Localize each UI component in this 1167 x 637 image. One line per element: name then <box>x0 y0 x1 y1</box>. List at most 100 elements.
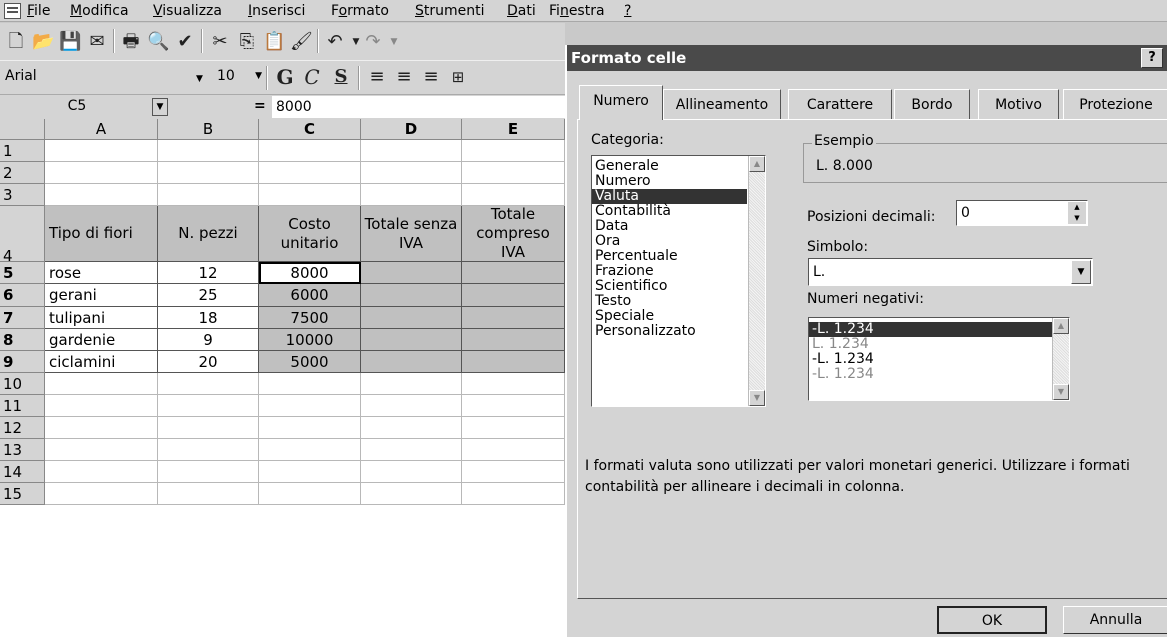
grid-cell[interactable]: gardenie <box>45 329 158 351</box>
formula-input[interactable]: 8000 <box>272 96 565 118</box>
negativi-item[interactable]: -L. 1.234 <box>809 322 1052 337</box>
redo-dropdown-icon[interactable]: ▼ <box>383 31 405 53</box>
row-header-9[interactable]: 9 <box>0 351 45 373</box>
grid-cell[interactable] <box>259 140 361 162</box>
grid-cell[interactable]: tulipani <box>45 307 158 329</box>
grid-cell[interactable] <box>259 461 361 483</box>
negativi-item[interactable]: L. 1.234 <box>809 337 1052 352</box>
row-header-8[interactable]: 8 <box>0 329 45 351</box>
grid-cell[interactable]: 20 <box>158 351 259 373</box>
categoria-item[interactable]: Frazione <box>592 264 747 279</box>
decimali-input[interactable]: 0 ▲ ▼ <box>956 200 1088 226</box>
grid-cell[interactable] <box>259 162 361 184</box>
grid-cell[interactable] <box>361 395 462 417</box>
name-box[interactable]: C5 <box>0 96 170 118</box>
grid-cell[interactable]: 5000 <box>259 351 361 373</box>
grid-cell[interactable] <box>361 162 462 184</box>
grid-cell[interactable] <box>462 351 565 373</box>
grid-cell[interactable] <box>45 461 158 483</box>
row-header-15[interactable]: 15 <box>0 483 45 505</box>
grid-cell[interactable] <box>462 162 565 184</box>
grid-cell[interactable] <box>462 140 565 162</box>
grid-cell[interactable] <box>158 439 259 461</box>
cut-icon[interactable]: ✂ <box>209 31 231 53</box>
merge-center-icon[interactable]: ⊞ <box>447 66 469 88</box>
grid-cell[interactable] <box>45 483 158 505</box>
categoria-item[interactable]: Valuta <box>592 189 747 204</box>
tab-numero[interactable]: Numero <box>579 85 663 120</box>
new-document-icon[interactable]: 🗋 <box>5 31 27 53</box>
save-icon[interactable]: 💾 <box>59 31 81 53</box>
tab-bordo[interactable]: Bordo <box>894 89 970 119</box>
grid-cell[interactable] <box>462 329 565 351</box>
grid-cell[interactable] <box>45 140 158 162</box>
row-header-12[interactable]: 12 <box>0 417 45 439</box>
tab-protezione[interactable]: Protezione <box>1063 89 1167 119</box>
help-button[interactable]: ? <box>1141 48 1163 68</box>
row-header-6[interactable]: 6 <box>0 284 45 307</box>
grid-cell[interactable] <box>45 184 158 206</box>
row-header-14[interactable]: 14 <box>0 461 45 483</box>
row-header-1[interactable]: 1 <box>0 140 45 162</box>
align-left-icon[interactable]: ≡ <box>366 66 388 88</box>
grid-cell[interactable] <box>361 284 462 307</box>
categoria-listbox[interactable]: Generale Numero Valuta Contabilità Data Ora Pe… <box>591 155 766 407</box>
header-cell[interactable]: N. pezzi <box>158 206 259 262</box>
grid-cell[interactable] <box>158 461 259 483</box>
bold-button[interactable]: G <box>274 66 296 88</box>
grid-cell[interactable]: 12 <box>158 262 259 284</box>
grid-cell[interactable] <box>462 284 565 307</box>
menu-inserisci[interactable]: Inserisci <box>248 3 305 19</box>
grid-cell[interactable] <box>462 417 565 439</box>
undo-icon[interactable]: ↶ <box>324 31 346 53</box>
select-all-corner[interactable] <box>0 119 45 140</box>
grid-cell[interactable] <box>158 373 259 395</box>
grid-cell[interactable] <box>158 184 259 206</box>
grid-cell[interactable] <box>259 417 361 439</box>
tab-allineamento[interactable]: Allineamento <box>663 89 781 119</box>
grid-cell[interactable]: 18 <box>158 307 259 329</box>
scroll-up-icon[interactable]: ▲ <box>749 156 765 172</box>
grid-cell[interactable] <box>361 483 462 505</box>
grid-cell[interactable] <box>462 307 565 329</box>
font-name-box[interactable]: Arial <box>2 66 147 88</box>
grid-cell[interactable] <box>45 162 158 184</box>
categoria-item[interactable]: Generale <box>592 159 747 174</box>
grid-cell[interactable] <box>462 373 565 395</box>
grid-cell[interactable] <box>361 140 462 162</box>
annulla-button[interactable]: Annulla <box>1063 606 1167 634</box>
font-size-box[interactable]: 10 ▼ <box>214 66 262 88</box>
menu-help[interactable]: ? <box>624 3 631 19</box>
open-folder-icon[interactable]: 📂 <box>32 31 54 53</box>
grid-cell[interactable] <box>259 439 361 461</box>
grid-cell[interactable] <box>361 373 462 395</box>
font-size-dropdown-icon[interactable]: ▼ <box>255 66 262 86</box>
grid-cell[interactable] <box>259 483 361 505</box>
format-painter-icon[interactable]: 🖌 <box>290 31 313 53</box>
grid-cell[interactable] <box>361 262 462 284</box>
row-header-5[interactable]: 5 <box>0 262 45 284</box>
categoria-item[interactable]: Speciale <box>592 309 747 324</box>
grid-cell[interactable] <box>462 461 565 483</box>
grid-cell[interactable] <box>45 395 158 417</box>
row-header-3[interactable]: 3 <box>0 184 45 206</box>
column-header-a[interactable]: A <box>45 119 158 140</box>
grid-cell[interactable]: 8000 <box>259 262 361 284</box>
negativi-listbox[interactable]: -L. 1.234 L. 1.234 -L. 1.234 -L. 1.234 ▲ ▼ <box>808 317 1070 401</box>
grid-cell[interactable] <box>462 395 565 417</box>
grid-cell[interactable] <box>462 483 565 505</box>
grid-cell[interactable] <box>361 439 462 461</box>
print-icon[interactable]: 🖶 <box>120 31 142 53</box>
align-right-icon[interactable]: ≡ <box>420 66 442 88</box>
column-header-e[interactable]: E <box>462 119 565 140</box>
menu-file[interactable]: File <box>27 3 50 19</box>
excel-document-icon[interactable] <box>4 3 21 19</box>
header-cell[interactable]: Totale compreso IVA <box>462 206 565 262</box>
row-header-11[interactable]: 11 <box>0 395 45 417</box>
row-header-2[interactable]: 2 <box>0 162 45 184</box>
tab-motivo[interactable]: Motivo <box>978 89 1059 119</box>
grid-cell[interactable] <box>361 307 462 329</box>
categoria-item[interactable]: Scientifico <box>592 279 747 294</box>
grid-cell[interactable] <box>158 140 259 162</box>
categoria-scrollbar[interactable]: ▲ ▼ <box>748 156 765 406</box>
